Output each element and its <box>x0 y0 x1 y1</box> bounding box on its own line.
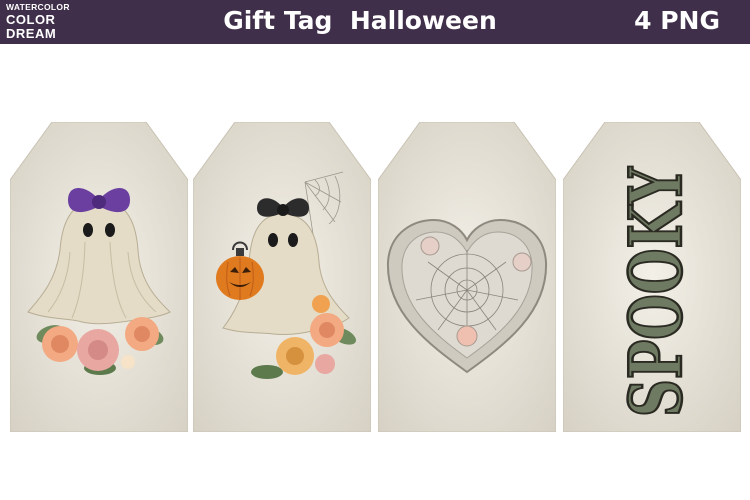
rose-icon <box>512 252 532 272</box>
rose-icon <box>456 325 478 347</box>
gift-tag-ghost-pumpkin <box>193 122 371 432</box>
brand-line-2: COLOR <box>6 11 56 27</box>
brand-logo: WATERCOLOR COLOR DREAM <box>6 3 80 40</box>
gift-tag-spooky: SPOOKY <box>563 122 741 432</box>
ghost-eye-right <box>105 223 115 237</box>
brand-line-1: WATERCOLOR <box>6 2 70 12</box>
ghost-eye-left <box>83 223 93 237</box>
ghost-eye-right <box>288 233 298 247</box>
header-banner: WATERCOLOR COLOR DREAM Gift Tag Hallowee… <box>0 0 750 44</box>
gift-tag-lace-heart <box>378 122 556 432</box>
rose-icon <box>420 236 440 256</box>
ghost-eye-left <box>268 233 278 247</box>
brand-line-3: DREAM <box>6 25 57 41</box>
page-title: Gift Tag Halloween <box>223 6 497 35</box>
file-count-label: 4 PNG <box>634 6 720 35</box>
spooky-lettering: SPOOKY <box>613 166 698 417</box>
gift-tag-ghost-bow <box>10 122 188 432</box>
